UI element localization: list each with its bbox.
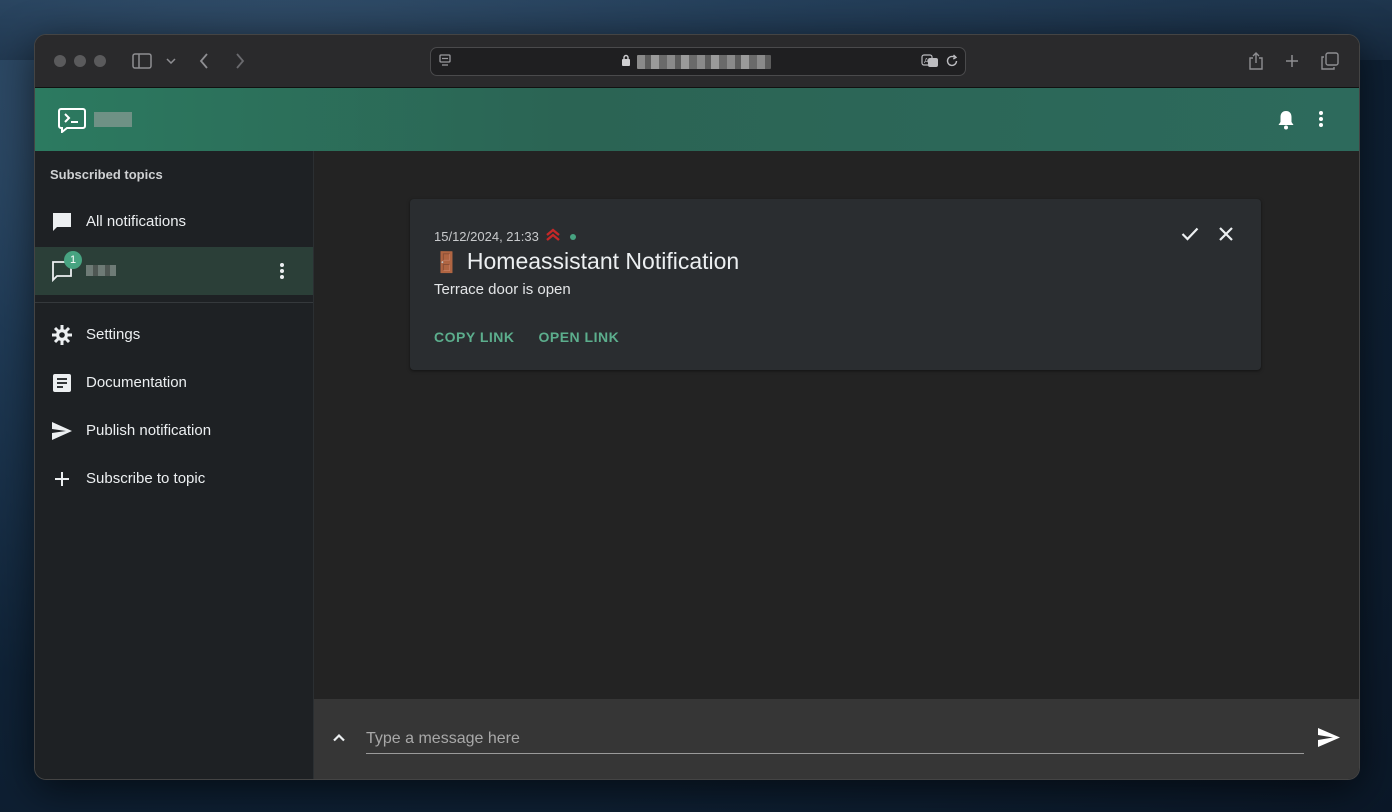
sidebar-item-label: Documentation: [86, 374, 187, 391]
app-header: [35, 88, 1359, 151]
chevron-down-icon[interactable]: [164, 49, 178, 73]
close-window-button[interactable]: [54, 55, 66, 67]
translate-icon[interactable]: A: [921, 54, 939, 73]
gear-icon: [50, 323, 74, 347]
address-bar[interactable]: A: [430, 47, 966, 76]
bell-icon[interactable]: [1277, 110, 1295, 135]
sidebar-item-documentation[interactable]: Documentation: [35, 359, 313, 407]
zoom-window-button[interactable]: [94, 55, 106, 67]
notification-card: 15/12/2024, 21:33 🚪 Homeassistant Notifi…: [410, 199, 1261, 370]
app-title-redacted: [94, 112, 132, 127]
sidebar-header: Subscribed topics: [50, 167, 163, 182]
notification-list: 15/12/2024, 21:33 🚪 Homeassistant Notifi…: [314, 151, 1359, 699]
plus-icon: [50, 467, 74, 491]
app-logo-icon[interactable]: [58, 107, 86, 138]
url-text-redacted: [637, 55, 771, 69]
notification-actions: COPY LINK OPEN LINK: [434, 329, 619, 345]
share-icon[interactable]: [1245, 49, 1267, 73]
send-icon: [50, 419, 74, 443]
sidebar-divider: [35, 302, 313, 303]
browser-titlebar: A: [35, 35, 1359, 88]
notification-card-controls: [1179, 223, 1237, 245]
sidebar-item-label: All notifications: [86, 213, 187, 230]
forward-icon[interactable]: [231, 49, 249, 73]
notification-meta: 15/12/2024, 21:33: [434, 228, 576, 245]
sidebar-item-topic[interactable]: 1: [35, 247, 313, 295]
notification-timestamp: 15/12/2024, 21:33: [434, 229, 539, 244]
message-input[interactable]: [366, 725, 1304, 754]
lock-icon: [621, 54, 631, 72]
door-icon: 🚪: [434, 249, 459, 274]
notification-title: 🚪 Homeassistant Notification: [434, 248, 739, 275]
send-message-icon[interactable]: [1317, 727, 1341, 753]
priority-high-icon: [545, 228, 561, 245]
check-icon[interactable]: [1179, 223, 1201, 245]
chat-icon: [50, 210, 74, 234]
message-composer: [314, 699, 1359, 779]
minimize-window-button[interactable]: [74, 55, 86, 67]
sidebar-item-label: Settings: [86, 326, 141, 343]
topic-name-redacted: [86, 265, 116, 276]
open-link-button[interactable]: OPEN LINK: [538, 329, 619, 345]
back-icon[interactable]: [195, 49, 213, 73]
sidebar-item-settings[interactable]: Settings: [35, 311, 313, 359]
reload-icon[interactable]: [945, 54, 959, 73]
notification-title-text: Homeassistant Notification: [466, 248, 740, 274]
sidebar: Subscribed topics All notifications 1 Se…: [35, 151, 314, 779]
close-icon[interactable]: [1215, 223, 1237, 245]
new-indicator-dot: [569, 233, 576, 240]
sidebar-toggle-icon[interactable]: [131, 49, 153, 73]
notification-message: Terrace door is open: [434, 281, 571, 298]
sidebar-item-publish[interactable]: Publish notification: [35, 407, 313, 455]
topic-more-vert-icon[interactable]: [279, 262, 285, 284]
copy-link-button[interactable]: COPY LINK: [434, 329, 514, 345]
more-vert-icon[interactable]: [1318, 110, 1324, 133]
sidebar-item-all-notifications[interactable]: All notifications: [35, 198, 313, 246]
unread-badge: 1: [64, 251, 82, 269]
browser-window: A Subscribed topics All notifications 1 …: [34, 34, 1360, 780]
sidebar-item-label: Subscribe to topic: [86, 470, 206, 487]
sidebar-item-subscribe[interactable]: Subscribe to topic: [35, 455, 313, 503]
sidebar-item-label: Publish notification: [86, 422, 212, 439]
article-icon: [50, 371, 74, 395]
tabs-overview-icon[interactable]: [1319, 49, 1341, 73]
chevron-up-icon[interactable]: [332, 729, 346, 747]
new-tab-icon[interactable]: [1281, 49, 1303, 73]
svg-text:A: A: [924, 57, 929, 65]
page-icon: [439, 54, 451, 73]
